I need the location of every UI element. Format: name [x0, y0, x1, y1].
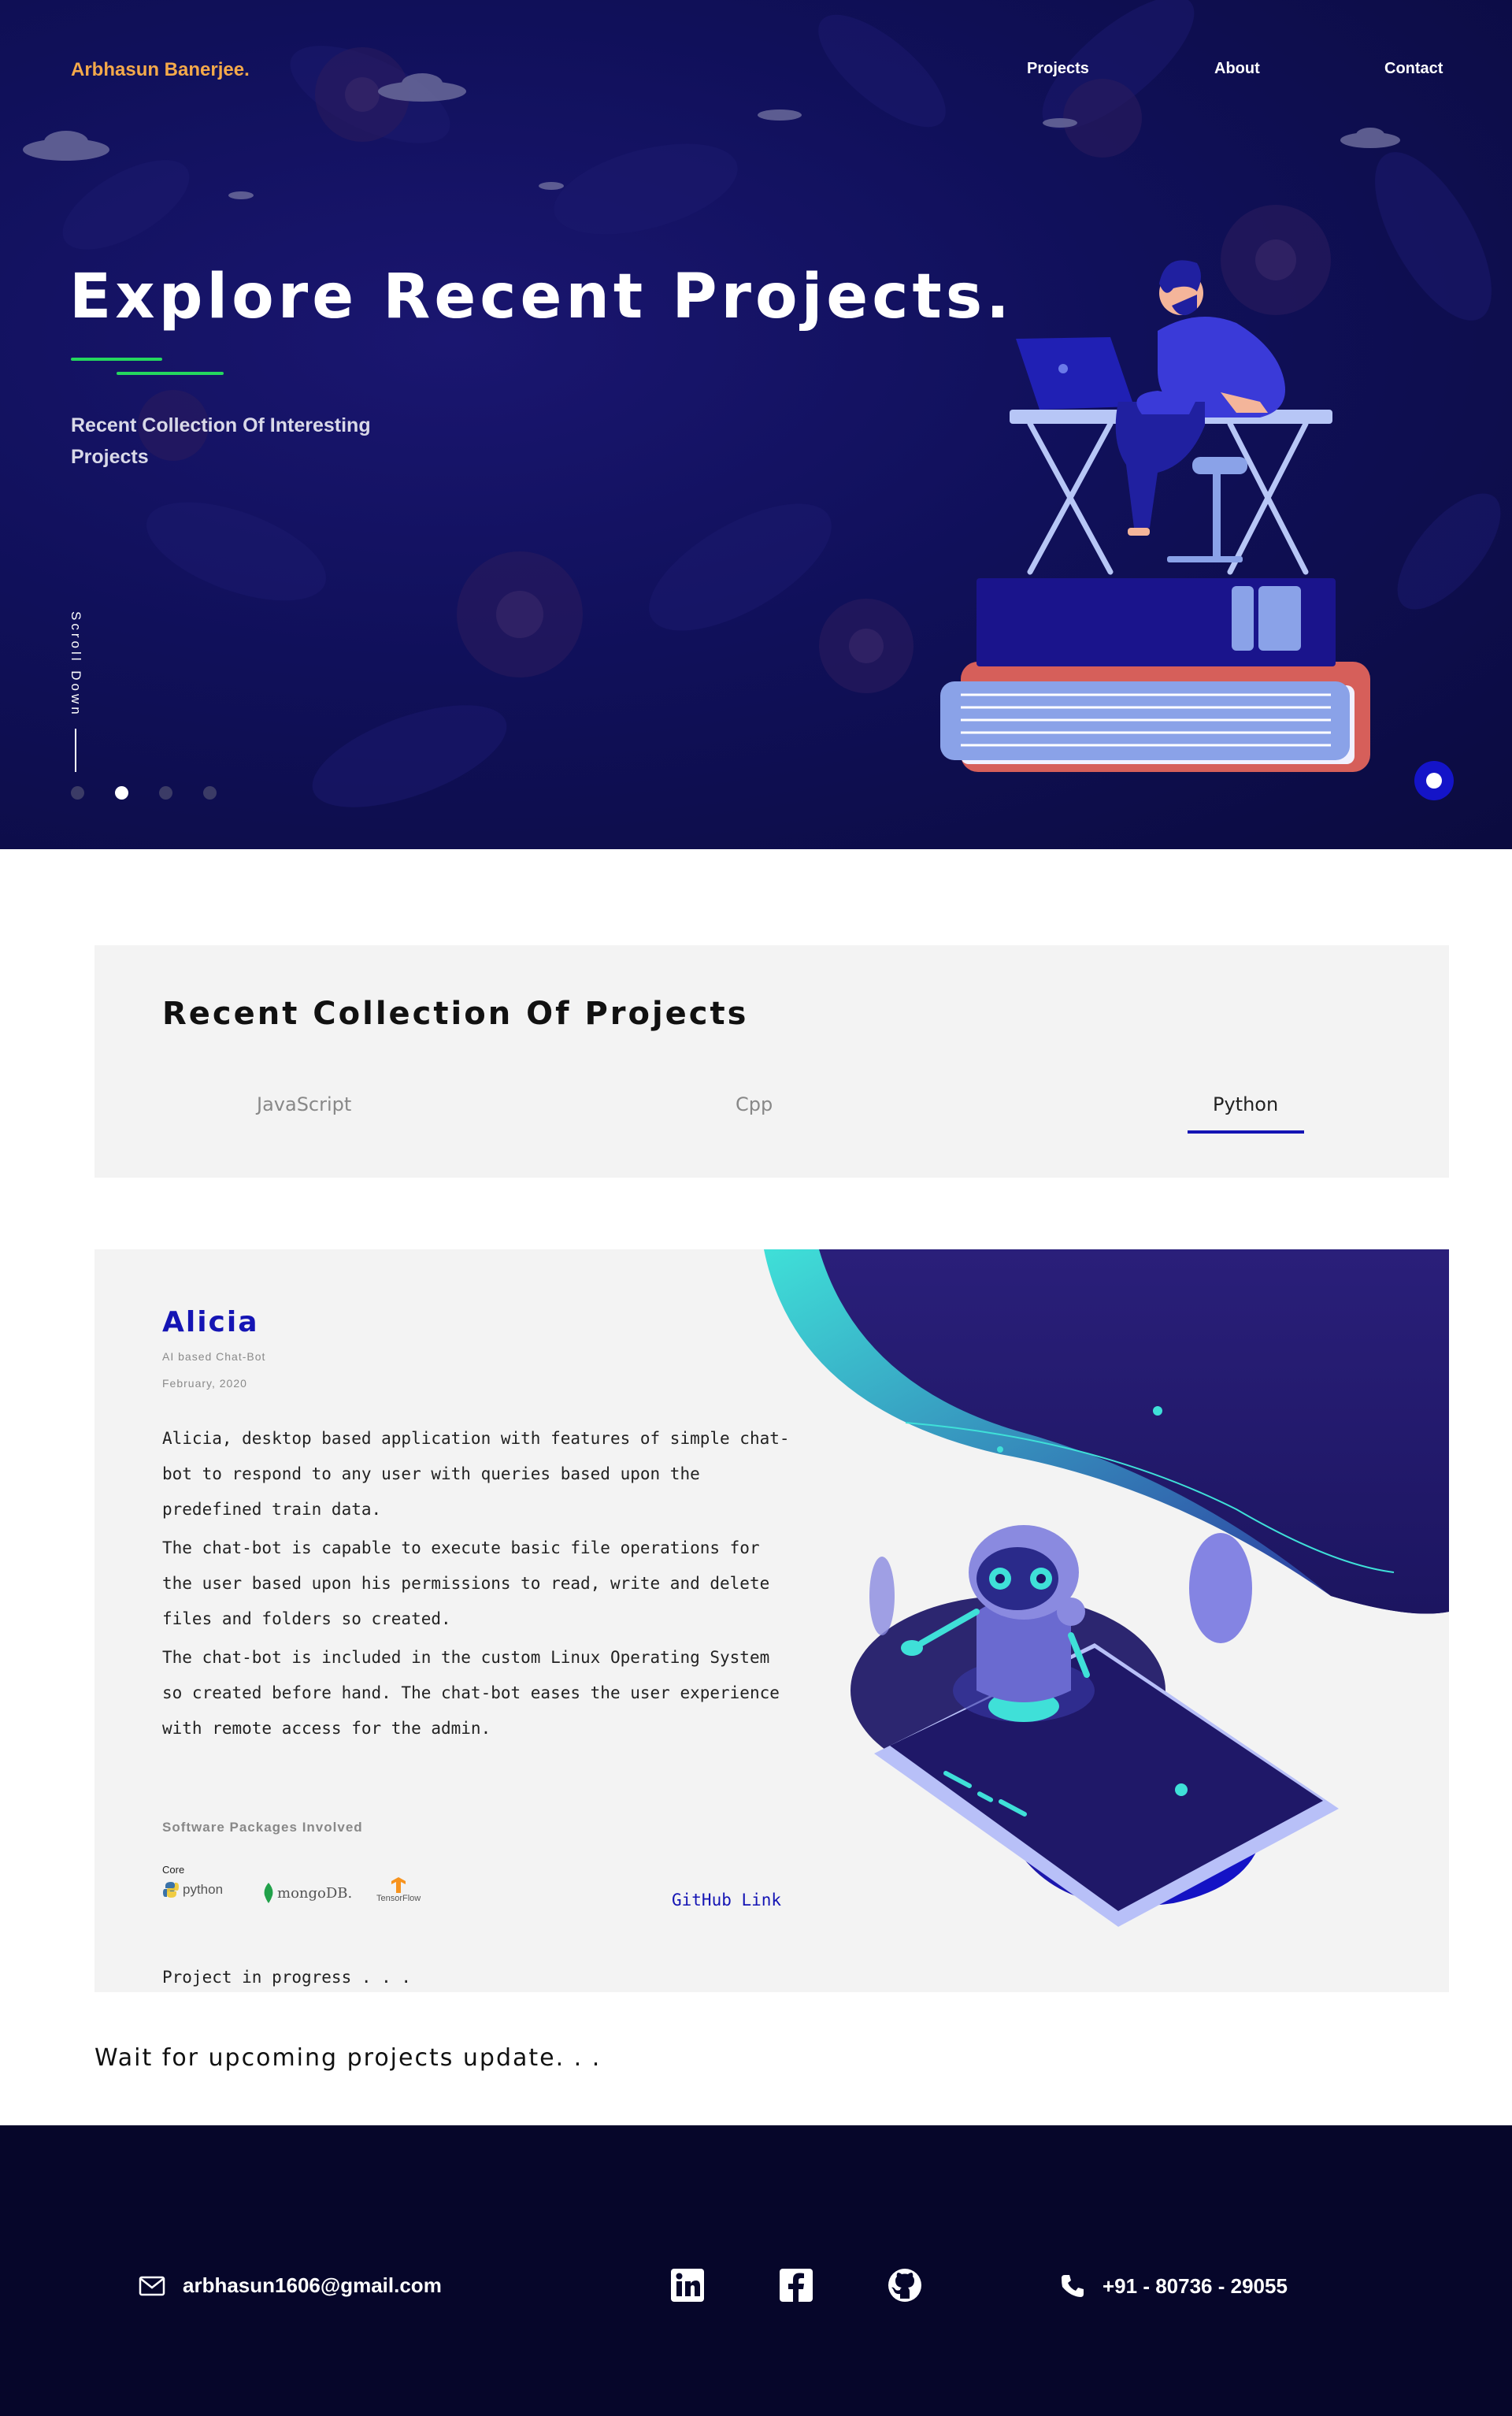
- slide-indicator: [71, 786, 244, 800]
- slide-dot-active[interactable]: [115, 786, 128, 800]
- chatbot-illustration: [764, 1249, 1449, 1927]
- tab-javascript[interactable]: JavaScript: [257, 1093, 351, 1115]
- facebook-icon[interactable]: [778, 2267, 814, 2303]
- slide-dot[interactable]: [159, 786, 172, 800]
- section-title: Recent Collection Of Projects: [162, 996, 749, 1032]
- tensorflow-icon: [391, 1877, 406, 1893]
- chat-button[interactable]: [1414, 761, 1454, 800]
- tab-cpp[interactable]: Cpp: [736, 1093, 773, 1115]
- scroll-down-line: [75, 729, 76, 772]
- description-paragraph: The chat-bot is included in the custom L…: [162, 1648, 780, 1738]
- core-label: Core: [162, 1864, 185, 1876]
- nav-about[interactable]: About: [1214, 60, 1260, 78]
- accent-line: [71, 358, 162, 361]
- chat-bubble-icon: [1426, 773, 1442, 789]
- scroll-down-label[interactable]: Scroll Down: [68, 611, 83, 718]
- footer: arbhasun1606@gmail.com +91 - 80736 - 290…: [0, 2125, 1512, 2416]
- linkedin-icon[interactable]: [669, 2267, 706, 2303]
- project-status: Project in progress . . .: [162, 1968, 412, 1987]
- python-logo: python: [162, 1881, 223, 1898]
- project-tag: AI based Chat-Bot: [162, 1350, 266, 1363]
- nav-projects[interactable]: Projects: [1027, 60, 1089, 78]
- active-tab-indicator: [1188, 1130, 1304, 1134]
- slide-dot[interactable]: [203, 786, 217, 800]
- python-label: python: [183, 1882, 224, 1897]
- footer-phone[interactable]: +91 - 80736 - 29055: [1060, 2273, 1288, 2299]
- tab-python[interactable]: Python: [1213, 1093, 1278, 1115]
- tensorflow-label: TensorFlow: [376, 1894, 421, 1903]
- nav-contact[interactable]: Contact: [1384, 60, 1443, 78]
- tensorflow-logo: TensorFlow: [376, 1876, 421, 1903]
- mongodb-logo: mongoDB.: [263, 1883, 352, 1903]
- email-text: arbhasun1606@gmail.com: [183, 2273, 442, 2297]
- python-icon: [163, 1882, 179, 1898]
- project-card: Alicia AI based Chat-Bot February, 2020 …: [94, 1249, 1449, 1992]
- accent-line: [117, 372, 224, 375]
- description-paragraph: The chat-bot is capable to execute basic…: [162, 1538, 770, 1628]
- developer-illustration: [940, 260, 1370, 772]
- upcoming-note: Wait for upcoming projects update. . .: [94, 2044, 602, 2072]
- slide-dot[interactable]: [71, 786, 84, 800]
- projects-tabs-card: Recent Collection Of Projects JavaScript…: [94, 945, 1449, 1178]
- top-nav: Projects About Contact: [0, 60, 1512, 84]
- mail-icon: [139, 2276, 165, 2295]
- mongodb-leaf-icon: [264, 1883, 273, 1903]
- packages-title: Software Packages Involved: [162, 1820, 363, 1835]
- footer-email[interactable]: arbhasun1606@gmail.com: [139, 2273, 442, 2298]
- phone-text: +91 - 80736 - 29055: [1102, 2273, 1288, 2298]
- github-link[interactable]: GitHub Link: [672, 1891, 781, 1909]
- project-description: Alicia, desktop based application with f…: [162, 1421, 792, 1750]
- github-icon[interactable]: [887, 2267, 923, 2303]
- hero-subtitle: Recent Collection Of Interesting Project…: [71, 414, 371, 468]
- hero-title: Explore Recent Projects.: [69, 262, 1014, 332]
- phone-icon: [1062, 2275, 1084, 2297]
- project-name: Alicia: [162, 1306, 259, 1338]
- project-date: February, 2020: [162, 1377, 247, 1390]
- hero-section: Arbhasun Banerjee. Projects About Contac…: [0, 0, 1512, 849]
- description-paragraph: Alicia, desktop based application with f…: [162, 1429, 790, 1519]
- mongodb-label: mongoDB.: [277, 1884, 353, 1902]
- social-links: [669, 2267, 929, 2307]
- package-logos: python mongoDB. TensorFlow: [162, 1876, 477, 1908]
